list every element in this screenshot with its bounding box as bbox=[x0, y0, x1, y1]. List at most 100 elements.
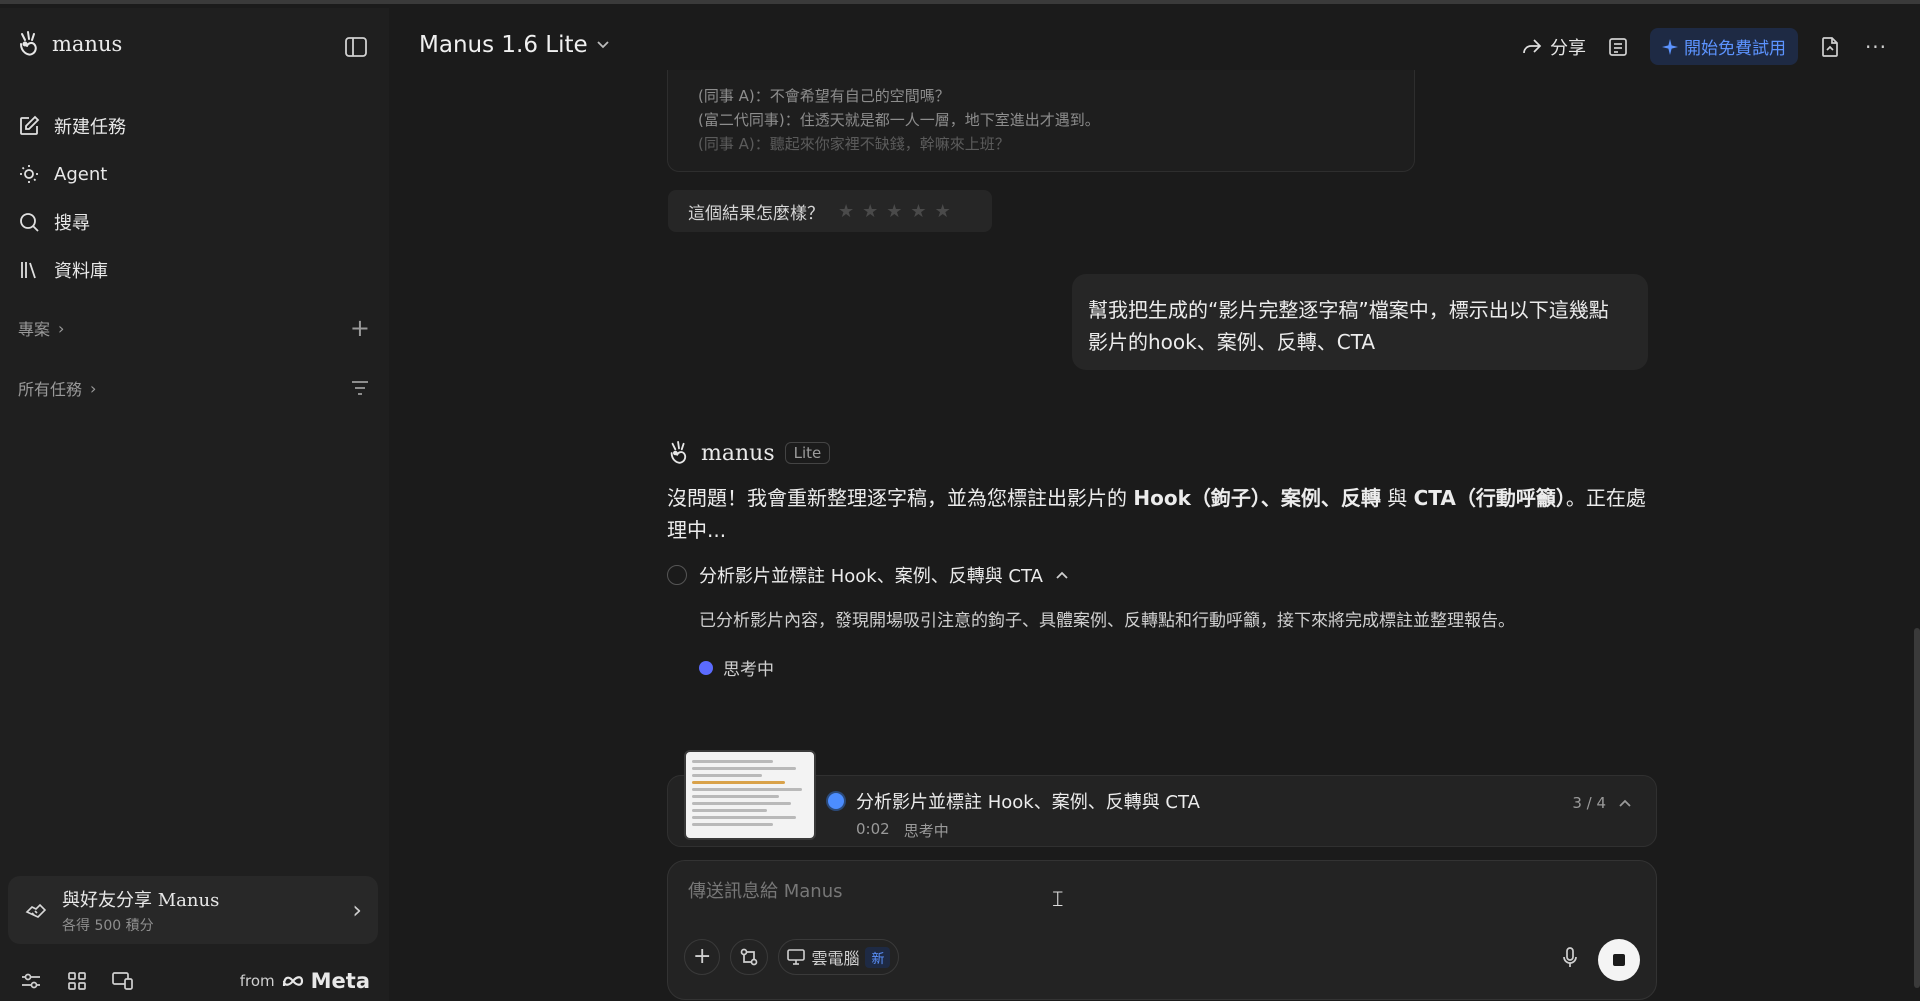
sidebar-toggle-button[interactable] bbox=[342, 34, 370, 60]
user-message-line: 影片的hook、案例、反轉、CTA bbox=[1088, 330, 1376, 354]
composer-tools: + 雲電腦 新 bbox=[684, 939, 900, 975]
nav-search[interactable]: 搜尋 bbox=[18, 198, 126, 246]
share-label: 分享 bbox=[1550, 37, 1586, 59]
thinking-dot-icon bbox=[699, 660, 713, 675]
voice-input-button[interactable] bbox=[1562, 947, 1578, 973]
all-tasks-section[interactable]: 所有任務 › bbox=[18, 376, 370, 400]
connectors-icon bbox=[741, 948, 758, 966]
model-selector[interactable]: Manus 1.6 Lite bbox=[419, 32, 610, 58]
nav-agent[interactable]: Agent bbox=[18, 150, 126, 198]
sidebar-panel-icon bbox=[345, 37, 367, 57]
main-scrollbar[interactable] bbox=[1914, 628, 1920, 988]
task-step-header[interactable]: 分析影片並標註 Hook、案例、反轉與 CTA bbox=[667, 562, 1657, 588]
transcript-line: (同事 A)：不會希望有自己的空間嗎？ bbox=[698, 87, 950, 105]
star-icon[interactable]: ★ bbox=[910, 201, 926, 222]
meta-label: Meta bbox=[310, 969, 370, 993]
connectors-button[interactable] bbox=[730, 939, 769, 975]
export-button[interactable] bbox=[1816, 33, 1844, 61]
chevron-down-icon bbox=[597, 41, 609, 49]
message-input[interactable] bbox=[688, 881, 1628, 902]
user-message-bubble: 幫我把生成的“影片完整逐字稿”檔案中，標示出以下這幾點 影片的hook、案例、反… bbox=[1072, 274, 1648, 370]
user-message-line: 幫我把生成的“影片完整逐字稿”檔案中，標示出以下這幾點 bbox=[1088, 298, 1609, 322]
reply-segment: 與 bbox=[1380, 486, 1414, 510]
settings-sliders-button[interactable] bbox=[18, 968, 44, 994]
elapsed-time: 0:02 bbox=[856, 820, 890, 838]
nav-new-task-label: 新建任務 bbox=[54, 117, 126, 138]
task-progress-card[interactable]: 分析影片並標註 Hook、案例、反轉與 CTA 0:02 思考中 3 / 4 bbox=[667, 750, 1657, 847]
star-icon[interactable]: ★ bbox=[886, 201, 902, 222]
filter-icon[interactable] bbox=[350, 379, 370, 397]
star-icon[interactable]: ★ bbox=[862, 201, 878, 222]
more-options-button[interactable]: ··· bbox=[1862, 33, 1890, 61]
top-actions: 分享 開始免費試用 ··· bbox=[1522, 28, 1890, 65]
microphone-icon bbox=[1563, 947, 1577, 967]
share-with-friends-card[interactable]: 與好友分享 Manus 各得 500 積分 › bbox=[8, 876, 378, 944]
sidebar-nav: 新建任務 Agent 搜尋 資料庫 bbox=[18, 102, 126, 294]
reply-keyword: 反轉 bbox=[1340, 486, 1381, 510]
brand-logo[interactable]: manus bbox=[16, 30, 122, 58]
notes-button[interactable] bbox=[1604, 33, 1632, 61]
plus-icon: + bbox=[693, 944, 712, 969]
apps-button[interactable] bbox=[64, 968, 90, 994]
star-icon[interactable]: ★ bbox=[935, 201, 951, 222]
progress-counter[interactable]: 3 / 4 bbox=[1572, 794, 1632, 812]
document-thumbnail[interactable] bbox=[684, 750, 816, 840]
nav-library[interactable]: 資料庫 bbox=[18, 246, 126, 294]
from-label: from bbox=[239, 972, 275, 990]
devices-icon bbox=[112, 972, 133, 990]
transcript-preview-card[interactable]: (同事 A)：不會希望有自己的空間嗎？ (富二代同事)：住透天就是都一人一層，地… bbox=[667, 70, 1415, 172]
model-name: Manus 1.6 Lite bbox=[419, 32, 588, 58]
plan-badge: Lite bbox=[784, 442, 831, 464]
monitor-icon bbox=[787, 949, 806, 965]
step-status-circle-icon bbox=[667, 565, 687, 585]
share-card-subtitle: 各得 500 積分 bbox=[62, 917, 154, 934]
agent-response: manus Lite 沒問題！我會重新整理逐字稿，並為您標註出影片的 Hook（… bbox=[667, 440, 1657, 546]
chevron-right-icon: › bbox=[352, 896, 362, 924]
progress-dot-icon bbox=[828, 793, 844, 809]
nav-agent-label: Agent bbox=[54, 163, 108, 185]
result-rating-bar: 這個結果怎麼樣？ ★ ★ ★ ★ ★ bbox=[668, 190, 992, 232]
add-project-icon[interactable]: + bbox=[350, 314, 370, 342]
search-icon bbox=[20, 213, 39, 232]
handshake-icon bbox=[25, 903, 47, 918]
start-free-trial-button[interactable]: 開始免費試用 bbox=[1650, 28, 1798, 65]
main-panel: Manus 1.6 Lite 分享 開始免費試用 ··· (同事 A)：不會希望… bbox=[389, 8, 1920, 1001]
nav-new-task[interactable]: 新建任務 bbox=[18, 102, 126, 150]
projects-section[interactable]: 專案 › + bbox=[18, 314, 370, 342]
attach-button[interactable]: + bbox=[684, 939, 721, 975]
transcript-line: (富二代同事)：住透天就是都一人一層，地下室進出才遇到。 bbox=[698, 111, 1100, 129]
chevron-up-icon bbox=[1056, 571, 1068, 579]
task-step: 分析影片並標註 Hook、案例、反轉與 CTA 已分析影片內容，發現開場吸引注意… bbox=[667, 562, 1657, 680]
cloud-computer-button[interactable]: 雲電腦 新 bbox=[778, 939, 900, 975]
transcript-line: (同事 A)：聽起來你家裡不缺錢，幹嘛來上班？ bbox=[698, 135, 1010, 153]
all-tasks-label: 所有任務 bbox=[18, 380, 83, 399]
stop-generation-button[interactable] bbox=[1598, 939, 1640, 981]
rating-prompt: 這個結果怎麼樣？ bbox=[688, 203, 824, 224]
trial-label: 開始免費試用 bbox=[1684, 39, 1786, 59]
devices-button[interactable] bbox=[110, 968, 136, 994]
brand-name: manus bbox=[52, 32, 123, 56]
notes-icon bbox=[1609, 37, 1627, 56]
agent-reply-text: 沒問題！我會重新整理逐字稿，並為您標註出影片的 Hook（鉤子）、案例、反轉 與… bbox=[667, 482, 1657, 546]
reply-keyword: CTA（行動呼籲） bbox=[1413, 486, 1566, 510]
stop-square-icon bbox=[1613, 954, 1625, 966]
new-badge: 新 bbox=[865, 946, 891, 968]
chevron-right-icon: › bbox=[90, 378, 97, 398]
edit-icon bbox=[20, 115, 40, 135]
progress-title: 分析影片並標註 Hook、案例、反轉與 CTA bbox=[856, 792, 1200, 813]
step-count: 3 / 4 bbox=[1572, 794, 1606, 812]
reply-keyword: 案例 bbox=[1280, 486, 1321, 510]
reply-segment: 、 bbox=[1260, 486, 1281, 510]
file-export-icon bbox=[1822, 36, 1838, 57]
sidebar-footer: from Meta bbox=[18, 968, 370, 994]
manus-logo-icon bbox=[670, 441, 687, 464]
star-icon[interactable]: ★ bbox=[838, 201, 854, 222]
apps-grid-icon bbox=[68, 972, 86, 990]
reply-segment: 、 bbox=[1320, 486, 1341, 510]
agent-name: manus bbox=[701, 440, 775, 466]
sidebar: manus 新建任務 Agent 搜尋 資料庫 專案 › + 所有任務 › 與好… bbox=[0, 8, 389, 1001]
share-button[interactable]: 分享 bbox=[1522, 34, 1586, 60]
cloud-computer-label: 雲電腦 bbox=[811, 949, 860, 968]
nav-search-label: 搜尋 bbox=[54, 213, 90, 234]
progress-info: 分析影片並標註 Hook、案例、反轉與 CTA 0:02 思考中 bbox=[828, 788, 1200, 841]
